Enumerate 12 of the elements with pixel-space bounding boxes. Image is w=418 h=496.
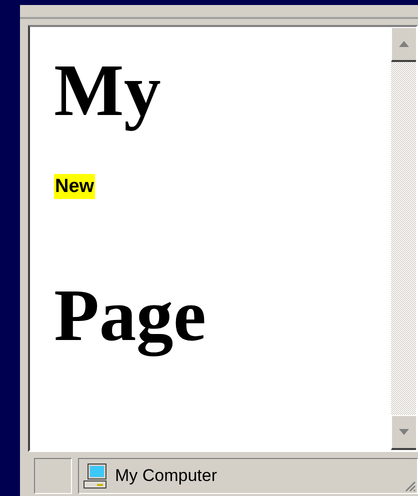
highlighted-text: New: [54, 174, 96, 200]
computer-icon: [83, 463, 109, 489]
zone-label: My Computer: [115, 466, 218, 486]
resize-grip-icon[interactable]: [404, 480, 416, 492]
up-arrow-icon: [399, 41, 409, 47]
status-pane: [34, 458, 72, 494]
vertical-scrollbar[interactable]: [391, 27, 416, 450]
scroll-down-button[interactable]: [391, 415, 416, 450]
heading: Page: [54, 274, 208, 360]
scroll-up-button[interactable]: [391, 27, 416, 62]
down-arrow-icon: [399, 429, 409, 435]
heading: My: [54, 49, 162, 134]
